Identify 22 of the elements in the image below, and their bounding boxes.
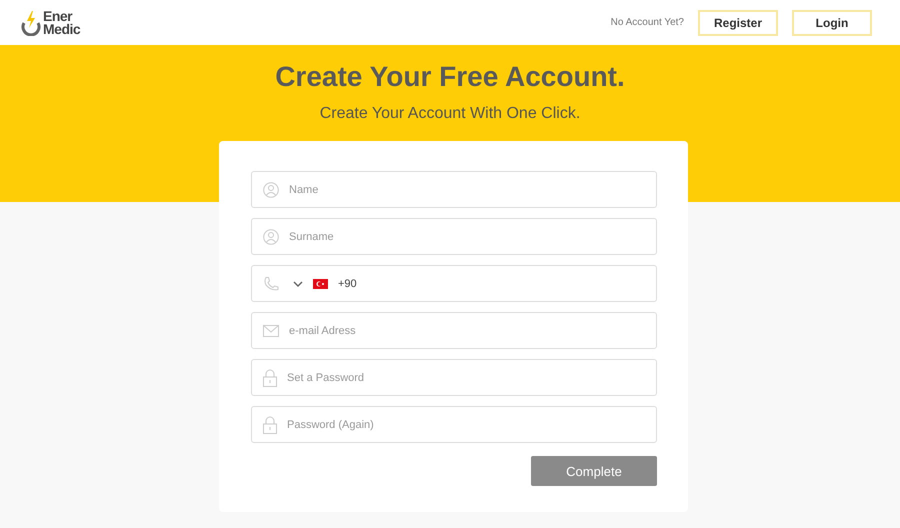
- page-title: Create Your Free Account.: [274, 61, 626, 93]
- person-icon: [263, 182, 279, 198]
- input-field[interactable]: +90: [251, 265, 657, 302]
- envelope-icon: [263, 324, 279, 336]
- input-field[interactable]: Name: [251, 171, 657, 208]
- page-subtitle: Create Your Account With One Click.: [318, 105, 582, 123]
- flag-icon: [313, 278, 328, 288]
- input-field[interactable]: Set a Password: [251, 359, 657, 396]
- logo-text: Ener: [43, 10, 74, 22]
- input-field[interactable]: Password (Again): [251, 406, 657, 443]
- phone-icon: [263, 276, 279, 292]
- input-field[interactable]: e-mail Adress: [251, 312, 657, 349]
- prompt-text: No Account Yet?: [610, 17, 684, 28]
- lock-icon: [263, 368, 277, 386]
- bolt-ring-icon: [20, 10, 42, 36]
- header-button[interactable]: Login: [792, 10, 872, 36]
- logo-text: Medic: [43, 22, 80, 36]
- lock-icon: [263, 416, 277, 434]
- input-field[interactable]: Surname: [251, 218, 657, 255]
- person-icon: [263, 228, 279, 244]
- header-button[interactable]: Register: [698, 10, 778, 36]
- chevron-down-icon[interactable]: [293, 280, 303, 286]
